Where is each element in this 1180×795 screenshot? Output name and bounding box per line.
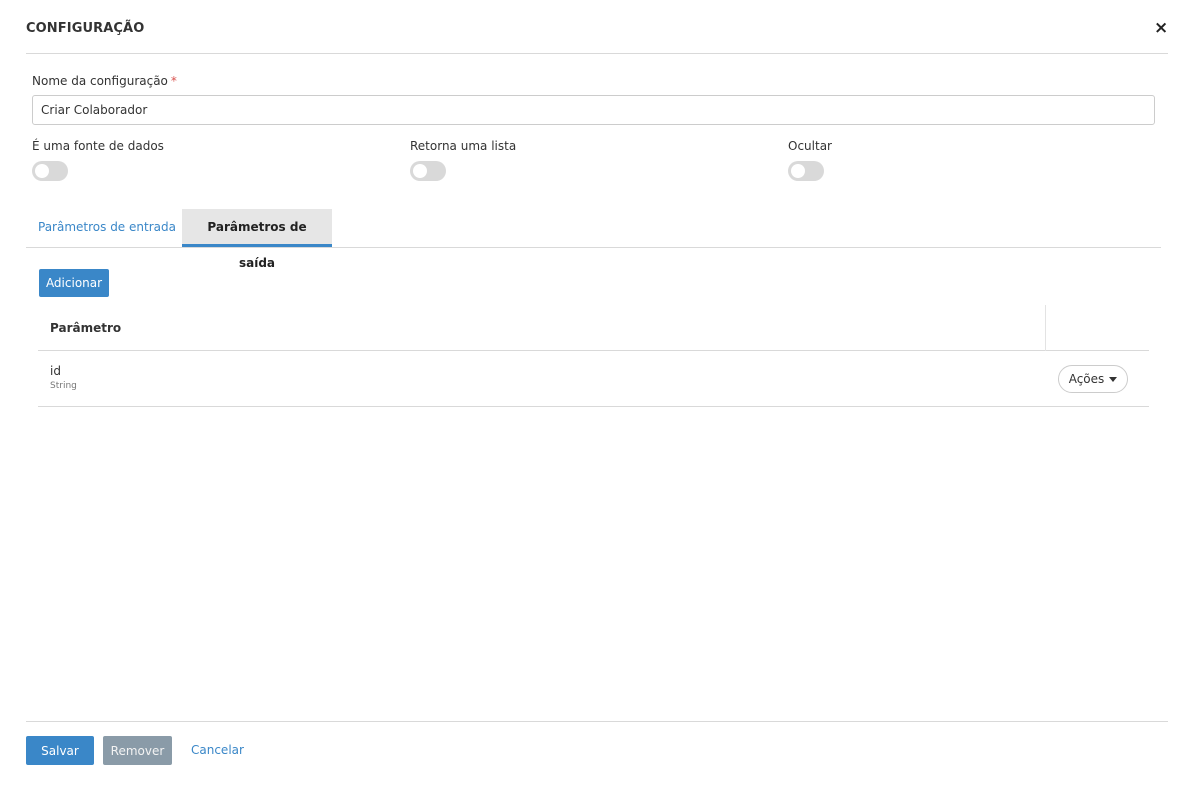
toggle-label-data-source: É uma fonte de dados	[32, 139, 164, 153]
toggle-label-hide: Ocultar	[788, 139, 832, 153]
output-params-table: Parâmetro id String Ações	[38, 305, 1149, 407]
toggle-group-data-source: É uma fonte de dados	[32, 139, 164, 181]
caret-down-icon	[1109, 376, 1118, 382]
column-divider	[1045, 305, 1046, 351]
toggle-knob	[791, 164, 805, 178]
param-type: String	[50, 381, 77, 391]
cancel-link[interactable]: Cancelar	[191, 743, 244, 757]
toggle-group-hide: Ocultar	[788, 139, 832, 181]
tab-output-params[interactable]: Parâmetros de saída	[182, 209, 332, 270]
config-name-label-text: Nome da configuração	[32, 74, 168, 88]
add-button[interactable]: Adicionar	[39, 269, 109, 297]
column-header-parameter: Parâmetro	[50, 321, 122, 335]
toggle-knob	[35, 164, 49, 178]
params-tabs: Parâmetros de entrada Parâmetros de saíd…	[26, 209, 1161, 270]
table-header: Parâmetro	[38, 305, 1149, 351]
actions-label: Ações	[1068, 372, 1105, 386]
config-name-label: Nome da configuração *	[32, 74, 177, 88]
required-mark: *	[170, 74, 177, 88]
close-icon[interactable]: ×	[1154, 18, 1168, 38]
toggle-hide[interactable]	[788, 161, 824, 181]
footer-divider	[26, 721, 1168, 722]
modal-header: CONFIGURAÇÃO ×	[26, 0, 1168, 54]
toggle-data-source[interactable]	[32, 161, 68, 181]
table-row: id String Ações	[38, 351, 1149, 407]
save-button[interactable]: Salvar	[26, 736, 94, 765]
modal-title: CONFIGURAÇÃO	[26, 21, 145, 36]
config-name-input[interactable]	[32, 95, 1155, 125]
toggle-knob	[413, 164, 427, 178]
remove-button[interactable]: Remover	[103, 736, 172, 765]
tab-input-params[interactable]: Parâmetros de entrada	[26, 209, 188, 247]
param-name: id	[50, 364, 61, 378]
actions-dropdown-button[interactable]: Ações	[1058, 365, 1128, 393]
toggle-group-returns-list: Retorna uma lista	[410, 139, 516, 181]
toggle-returns-list[interactable]	[410, 161, 446, 181]
toggle-label-returns-list: Retorna uma lista	[410, 139, 517, 153]
